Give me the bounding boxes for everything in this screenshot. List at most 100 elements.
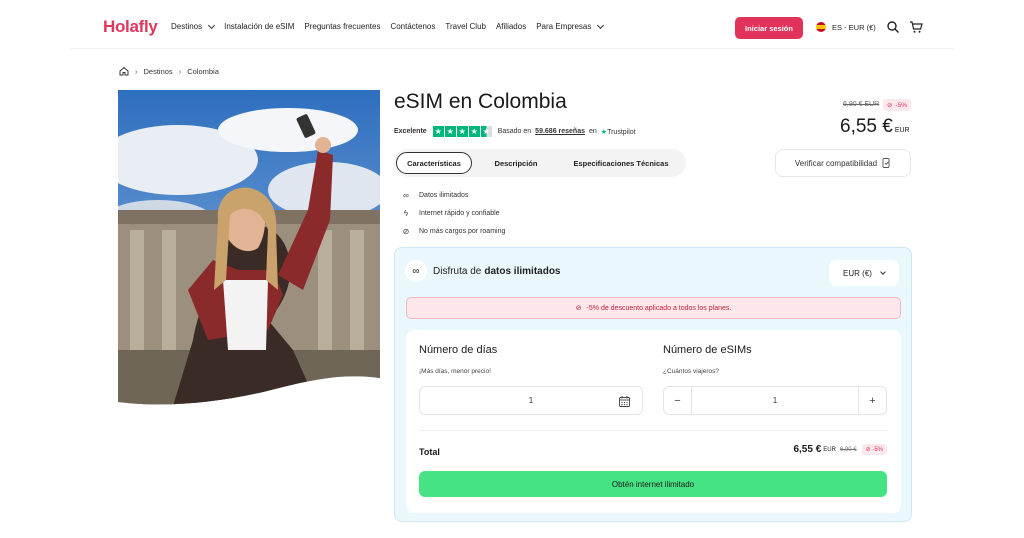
nav-label: Afiliados [495,22,527,31]
infinity-icon: ∞ [403,190,409,200]
total-price: 6,55 € [793,444,822,455]
chevron-down-icon [208,21,216,29]
star-icon: ★ [432,126,444,137]
tab-descripcion[interactable]: Descripción [472,152,560,174]
currency-select[interactable]: EUR (€) [829,260,899,286]
trustpilot-logo: ★Trustpilot [600,128,636,136]
rating-word: Excelente [394,128,427,135]
tag-icon: ⊘ [575,305,582,312]
total-label: Total [419,447,440,457]
breadcrumb-separator: › [135,66,138,76]
feature-item: ∞ Datos ilimitados [400,186,505,204]
old-price: 6,90 € EUR [843,101,880,108]
days-label: Número de días [419,344,498,356]
product-title: eSIM en Colombia [394,90,567,113]
esims-stepper: − 1 + [663,386,887,415]
plan-heading-bold: datos ilimitados [484,265,561,277]
feature-item: ⊘ No más cargos por roaming [400,222,506,240]
nav-item-travel-club[interactable]: Travel Club [445,22,486,31]
phone-check-icon [882,158,890,168]
reviews-prefix: Basado en [497,128,532,135]
home-icon[interactable] [119,66,129,76]
feature-label: Internet rápido y confiable [419,209,500,217]
price-value: 6,55 € [840,116,893,137]
verify-compatibility-button[interactable]: Verificar compatibilidad [775,149,911,177]
infinity-icon: ∞ [405,260,427,282]
bolt-icon: ϟ [403,208,409,218]
header-divider [70,48,954,49]
decrement-button[interactable]: − [664,387,692,414]
site-header: Holafly Destinos Instalación de eSIM Pre… [0,0,1024,52]
price-currency: EUR [894,127,910,134]
total-discount-badge: ⊘ -5% [861,444,887,455]
breadcrumb-separator: › [178,66,182,76]
total-badge-label: -5% [872,447,883,453]
nav-item-empresas[interactable]: Para Empresas [536,21,605,31]
chevron-down-icon [880,268,886,275]
current-price: 6,55 € EUR [840,116,910,138]
increment-button[interactable]: + [858,387,886,414]
reviews-suffix: en [589,128,597,135]
language-label: ES - EUR (€) [832,22,876,32]
star-icon: ★ [444,126,456,137]
discount-badge: ⊘ -5% [883,99,912,111]
esims-label: Número de eSIMs [663,344,752,356]
holafly-logo[interactable]: Holafly [103,17,158,37]
discount-notice-text: -5% de descuento aplicado a todos los pl… [586,304,732,312]
login-button[interactable]: Iniciar sesión [735,17,803,39]
main-nav: Destinos Instalación de eSIM Preguntas f… [171,21,613,31]
plan-heading: ∞ Disfruta de datos ilimitados [405,260,560,282]
plan-config: Número de días ¡Más días, menor precio! … [406,330,901,513]
days-sub: ¡Más días, menor precio! [419,368,491,375]
search-icon[interactable] [886,20,900,34]
nav-label: Instalación de eSIM [224,22,295,31]
breadcrumb-destinos[interactable]: Destinos [144,67,173,76]
tab-especificaciones[interactable]: Especificaciones Técnicas [560,152,682,174]
currency-value: EUR (€) [843,268,872,278]
nav-item-instalacion[interactable]: Instalación de eSIM [224,22,294,31]
feature-label: Datos ilimitados [419,191,469,199]
star-icon: ★ [468,126,480,137]
nav-item-faq[interactable]: Preguntas frecuentes [304,22,380,31]
nav-item-destinos[interactable]: Destinos [171,21,216,31]
discount-label: -5% [895,101,908,109]
plan-heading-prefix: Disfruta de [433,265,482,277]
star-icon: ★ [456,126,468,137]
cart-icon[interactable] [909,20,923,34]
nav-label: Contáctenos [390,22,436,31]
reviews-count-link[interactable]: 59.686 reseñas [535,128,585,135]
nav-label: Preguntas frecuentes [304,22,381,31]
trustpilot-rating: Excelente ★ ★ ★ ★ ★ Basado en 59.686 res… [394,126,636,137]
nav-item-afiliados[interactable]: Afiliados [496,22,526,31]
plan-card: ∞ Disfruta de datos ilimitados EUR (€) ⊘… [394,247,912,522]
total-divider [419,430,888,431]
esims-value[interactable]: 1 [773,396,777,405]
trustpilot-label: Trustpilot [607,128,636,136]
chevron-down-icon [597,21,605,29]
tag-icon: ⊘ [887,102,893,109]
esims-sub: ¿Cuántos viajeros? [663,368,719,375]
discount-notice: ⊘ -5% de descuento aplicado a todos los … [406,297,901,319]
half-star-icon: ★ [480,126,492,137]
product-tabs: Características Descripción Especificaci… [394,149,686,177]
days-field[interactable]: 1 [419,386,643,415]
total-currency: EUR [823,446,836,453]
days-value: 1 [528,396,534,405]
calendar-icon[interactable] [619,396,630,407]
get-unlimited-button[interactable]: Obtén internet ilimitado [419,471,887,497]
feature-label: No más cargos por roaming [419,227,506,235]
nav-label: Para Empresas [536,22,592,31]
tab-caracteristicas[interactable]: Características [396,152,472,174]
breadcrumb: › Destinos › Colombia [119,66,219,76]
breadcrumb-colombia: Colombia [187,66,219,76]
feature-item: ϟ Internet rápido y confiable [400,204,505,222]
nav-label: Travel Club [445,22,486,31]
product-page: Holafly Destinos Instalación de eSIM Pre… [0,0,1024,538]
language-selector[interactable]: ES - EUR (€) [816,22,876,32]
verify-label: Verificar compatibilidad [794,158,878,168]
nav-label: Destinos [171,22,203,31]
rating-stars: ★ ★ ★ ★ ★ [432,126,492,137]
nav-item-contacto[interactable]: Contáctenos [390,22,435,31]
hero-image [118,90,380,405]
total-price-group: 6,55 € EUR 6,90 € ⊘ -5% [793,444,887,455]
